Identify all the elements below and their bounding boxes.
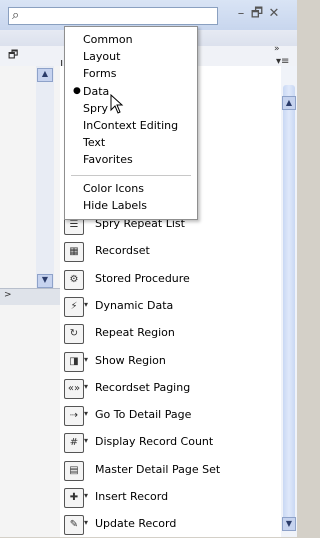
category-menu: Common Layout Forms ● Data Spry InContext Edit…	[64, 26, 198, 220]
list-item-label: Insert Record	[95, 490, 169, 503]
list-item-stored-procedure[interactable]: ⚙ Stored Procedure	[64, 267, 276, 293]
left-scroll-up-icon[interactable]: ▲	[37, 68, 53, 82]
menu-item-hide-labels[interactable]: Hide Labels	[83, 199, 147, 212]
list-item-master-detail-page-set[interactable]: ▤ Master Detail Page Set	[64, 458, 276, 484]
scroll-up-icon[interactable]: ▲	[282, 96, 296, 110]
repeat-region-icon: ↻	[64, 324, 84, 345]
list-item-label: Dynamic Data	[95, 298, 174, 312]
search-icon: ⌕	[12, 8, 20, 23]
list-item-go-to-detail-page[interactable]: ⇢ ▾ Go To Detail Page	[64, 403, 276, 429]
menu-item-spry[interactable]: Spry	[83, 102, 108, 115]
menu-item-data[interactable]: Data	[83, 85, 109, 98]
panel-restore-icon[interactable]: 🗗	[8, 46, 18, 65]
left-panel-expand-icon[interactable]: >	[4, 290, 12, 300]
list-item-label: Stored Procedure	[95, 271, 190, 285]
list-item-repeat-region[interactable]: ↻ Repeat Region	[64, 321, 276, 347]
left-panel-scrollbar[interactable]	[36, 66, 54, 296]
scroll-down-icon[interactable]: ▼	[282, 517, 296, 531]
dropdown-caret-icon[interactable]: ▾	[84, 300, 88, 309]
list-item-dynamic-data[interactable]: ⚡ ▾ Dynamic Data	[64, 294, 276, 320]
minimize-button[interactable]: –	[234, 6, 248, 22]
dropdown-caret-icon[interactable]: ▾	[84, 409, 88, 418]
list-item-display-record-count[interactable]: # ▾ Display Record Count	[64, 430, 276, 456]
menu-item-forms[interactable]: Forms	[83, 67, 116, 80]
list-item-label: Update Record	[95, 517, 177, 531]
display-record-count-icon: #	[64, 433, 84, 454]
left-scroll-down-icon[interactable]: ▼	[37, 274, 53, 288]
update-record-icon: ✎	[64, 515, 84, 536]
list-item-recordset[interactable]: ▦ Recordset	[64, 239, 276, 265]
panel-expand-icon[interactable]: »	[274, 44, 280, 54]
menu-item-incontext-editing[interactable]: InContext Editing	[83, 119, 178, 132]
master-detail-page-set-icon: ▤	[64, 460, 84, 481]
dropdown-caret-icon[interactable]: ▾	[84, 355, 88, 364]
recordset-icon: ▦	[64, 242, 84, 263]
list-item-label: Display Record Count	[95, 435, 214, 449]
list-item-label: Show Region	[95, 353, 166, 367]
list-item-show-region[interactable]: ◨ ▾ Show Region	[64, 349, 276, 375]
dynamic-data-icon: ⚡	[64, 296, 84, 317]
list-item-label: Go To Detail Page	[95, 408, 192, 422]
close-button[interactable]: ✕	[267, 6, 281, 22]
insert-record-icon: ✚	[64, 488, 84, 508]
go-to-detail-page-icon: ⇢	[64, 406, 84, 427]
selected-bullet-icon: ●	[73, 85, 81, 96]
list-item-label: Recordset	[95, 244, 150, 258]
recordset-paging-icon: «»	[64, 378, 84, 399]
stored-procedure-icon: ⚙	[64, 269, 84, 290]
search-input[interactable]	[8, 7, 218, 25]
menu-item-color-icons[interactable]: Color Icons	[83, 182, 144, 195]
menu-item-text[interactable]: Text	[83, 136, 105, 149]
menu-item-common[interactable]: Common	[83, 33, 133, 46]
restore-button[interactable]: 🗗	[250, 6, 264, 22]
scrollbar-thumb[interactable]	[283, 85, 295, 531]
show-region-icon: ◨	[64, 351, 84, 372]
list-item-label: Recordset Paging	[95, 380, 191, 394]
dropdown-caret-icon[interactable]: ▾	[84, 491, 88, 500]
menu-item-layout[interactable]: Layout	[83, 50, 120, 63]
list-item-label: Master Detail Page Set	[95, 462, 221, 476]
menu-separator	[71, 175, 191, 176]
list-item-insert-record[interactable]: ✚ ▾ Insert Record	[64, 485, 276, 511]
menu-item-favorites[interactable]: Favorites	[83, 153, 133, 166]
mouse-cursor-icon	[110, 94, 124, 114]
list-item-label: Repeat Region	[95, 326, 175, 340]
list-item-update-record[interactable]: ✎ ▾ Update Record	[64, 512, 276, 538]
dropdown-caret-icon[interactable]: ▾	[84, 518, 88, 527]
dropdown-caret-icon[interactable]: ▾	[84, 436, 88, 445]
list-item-recordset-paging[interactable]: «» ▾ Recordset Paging	[64, 376, 276, 402]
dropdown-caret-icon[interactable]: ▾	[84, 382, 88, 391]
